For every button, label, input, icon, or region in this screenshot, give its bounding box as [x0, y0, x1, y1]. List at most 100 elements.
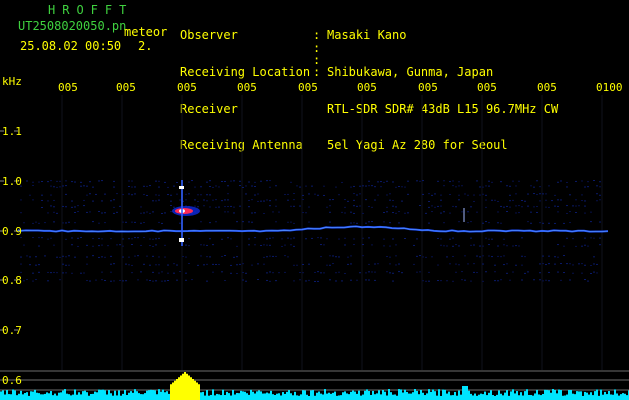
noise-dot [329, 255, 331, 257]
noise-dot [89, 280, 91, 282]
noise-dot [146, 185, 148, 187]
noise-dot [437, 205, 439, 207]
amplitude-bar [150, 389, 152, 400]
noise-dot [191, 180, 193, 182]
noise-dot [587, 245, 589, 247]
amplitude-bar [334, 391, 336, 400]
noise-dot [224, 206, 226, 208]
noise-dot [509, 194, 511, 196]
noise-dot [41, 237, 43, 239]
noise-dot [485, 206, 487, 208]
amplitude-bar [10, 394, 12, 400]
amplitude-bar [342, 392, 344, 400]
amplitude-bar [464, 386, 466, 400]
noise-dot [182, 255, 184, 257]
noise-dot [350, 279, 352, 281]
noise-dot [206, 280, 208, 282]
noise-dot [512, 180, 514, 182]
noise-dot [401, 200, 403, 202]
noise-dot [353, 244, 355, 246]
noise-dot [443, 245, 445, 247]
noise-dot [497, 211, 499, 213]
noise-dot [299, 186, 301, 188]
amplitude-bar [226, 391, 228, 400]
noise-dot [329, 221, 331, 223]
noise-dot [356, 222, 358, 224]
noise-dot [41, 180, 43, 182]
noise-dot [284, 194, 286, 196]
noise-dot [452, 255, 454, 257]
noise-dot [371, 244, 373, 246]
amplitude-bar [480, 393, 482, 400]
noise-dot [386, 180, 388, 182]
noise-dot [83, 272, 85, 274]
noise-dot [344, 272, 346, 274]
amplitude-bar [110, 393, 112, 400]
noise-dot [593, 256, 595, 258]
amplitude-bar [602, 394, 604, 400]
noise-dot [179, 199, 181, 201]
noise-dot [515, 264, 517, 266]
noise-dot [368, 237, 370, 239]
noise-dot [41, 206, 43, 208]
noise-dot [272, 272, 274, 274]
noise-dot [131, 272, 133, 274]
amplitude-bar [76, 394, 78, 400]
noise-dot [473, 263, 475, 265]
noise-dot [359, 272, 361, 274]
noise-dot [335, 280, 337, 282]
noise-dot [416, 238, 418, 240]
noise-dot [158, 237, 160, 239]
noise-dot [431, 211, 433, 213]
noise-dot [488, 244, 490, 246]
noise-dot [467, 211, 469, 213]
amplitude-bar [516, 391, 518, 400]
noise-dot [497, 245, 499, 247]
noise-dot [47, 271, 49, 273]
amplitude-bar [196, 382, 198, 400]
noise-dot [596, 272, 598, 274]
noise-dot [74, 256, 76, 258]
noise-dot [524, 272, 526, 274]
noise-dot [491, 199, 493, 201]
amplitude-bar [570, 389, 572, 400]
amplitude-bar [578, 391, 580, 400]
noise-dot [134, 186, 136, 188]
amplitude-bar [528, 394, 530, 400]
amplitude-bar [106, 394, 108, 400]
amplitude-bar [612, 394, 614, 400]
amplitude-bar [554, 389, 556, 400]
noise-dot [365, 222, 367, 224]
amplitude-bar [314, 395, 316, 400]
noise-dot [323, 272, 325, 274]
noise-dot [599, 244, 601, 246]
noise-dot [398, 263, 400, 265]
amplitude-bar [140, 394, 142, 400]
amplitude-bar [298, 395, 300, 400]
amplitude-bar [236, 392, 238, 400]
noise-dot [248, 181, 250, 183]
amplitude-bar [472, 395, 474, 400]
noise-dot [446, 256, 448, 258]
noise-dot [308, 206, 310, 208]
noise-dot [425, 256, 427, 258]
noise-dot [236, 256, 238, 258]
amplitude-bar [332, 392, 334, 400]
amplitude-bar [436, 395, 438, 400]
amplitude-bar [4, 394, 6, 400]
noise-dot [542, 193, 544, 195]
amplitude-bar [154, 390, 156, 400]
noise-dot [440, 212, 442, 214]
noise-dot [389, 245, 391, 247]
noise-dot [137, 255, 139, 257]
noise-dot [452, 205, 454, 207]
noise-dot [485, 194, 487, 196]
noise-dot [158, 221, 160, 223]
noise-dot [374, 186, 376, 188]
noise-dot [239, 263, 241, 265]
noise-dot [395, 186, 397, 188]
noise-dot [50, 205, 52, 207]
noise-dot [119, 244, 121, 246]
amplitude-bar [248, 394, 250, 400]
amplitude-bar [506, 390, 508, 400]
